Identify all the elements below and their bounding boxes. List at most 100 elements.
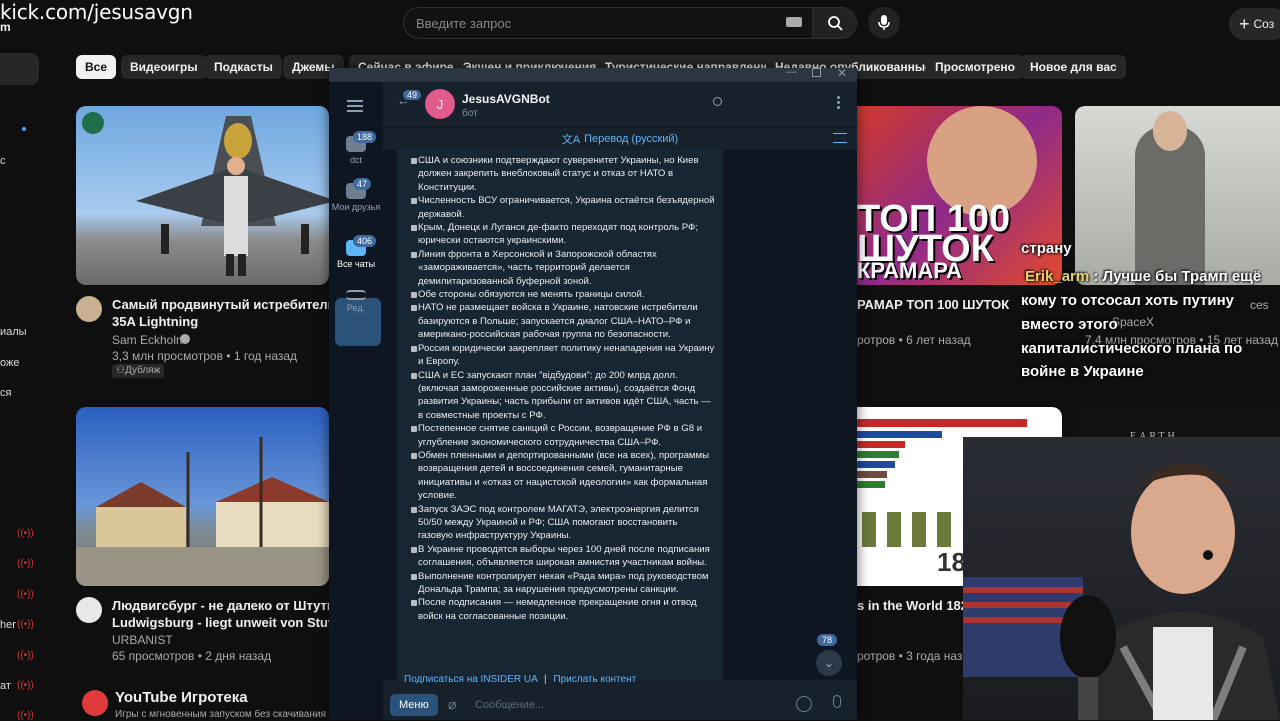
video-title-line2[interactable]: Ludwigsburg - liegt unweit von Stuttgart	[112, 614, 329, 631]
send-content-link[interactable]: Прислать контент	[553, 674, 636, 685]
thumb-text: КРАМАРА	[857, 258, 962, 283]
plus-icon: +	[1239, 13, 1250, 34]
verified-icon	[180, 334, 190, 344]
telegram-window[interactable]: — ✕ dct 188 Мои друзья 47 Все чаты 406 Р…	[329, 66, 857, 720]
footer-separator: |	[544, 674, 547, 685]
message-item: НАТО не размещает войска в Украине, нато…	[411, 301, 715, 341]
sidebar-item-label[interactable]: оже	[0, 357, 19, 369]
jet-illustration	[136, 116, 329, 276]
attach-icon[interactable]: ⌀	[448, 696, 456, 713]
sidebar-item-label[interactable]: ся	[0, 387, 11, 399]
video-thumbnail[interactable]: EARTH	[1075, 407, 1280, 442]
chevron-down-icon: ⌄	[823, 656, 835, 670]
window-titlebar[interactable]: — ✕	[329, 66, 857, 82]
video-title[interactable]: Самый продвинутый истребитель в м	[112, 296, 329, 313]
chat-name[interactable]: JesusAVGNBot	[462, 92, 550, 106]
close-icon[interactable]: ✕	[837, 66, 847, 80]
chip-watched[interactable]: Просмотрено	[926, 55, 1025, 79]
microphone-icon[interactable]	[833, 695, 841, 708]
live-icon: ((•))	[17, 528, 34, 539]
folder-edit[interactable]: Ред.	[329, 290, 383, 313]
donation-prefix: страну	[1021, 240, 1072, 257]
folder-label: Мои друзья	[331, 202, 381, 212]
message-item: После подписания — немедленное прекращен…	[411, 596, 715, 623]
section-title[interactable]: YouTube Игротека	[115, 689, 248, 706]
sidebar-selected-item[interactable]	[0, 53, 39, 85]
message-item: Запуск ЗАЭС под контролем МАГАТЭ, электр…	[411, 503, 715, 543]
video-thumbnail[interactable]	[1075, 106, 1280, 285]
create-button[interactable]: + Соз	[1229, 8, 1280, 40]
message-item: Численность ВСУ ограничивается, Украина …	[411, 195, 715, 220]
stream-url-overlay: kick.com/jesusavgn	[0, 0, 193, 24]
video-thumbnail[interactable]	[76, 106, 329, 285]
live-icon: ((•))	[17, 619, 34, 630]
translate-bar[interactable]: 文A Перевод (русский)	[383, 128, 857, 150]
face-illustration	[1153, 111, 1187, 151]
bot-menu-button[interactable]: Меню	[390, 694, 438, 716]
channel-avatar[interactable]	[76, 597, 102, 623]
search-box[interactable]	[403, 7, 813, 39]
chip-new[interactable]: Новое для вас	[1021, 55, 1126, 79]
translate-icon: 文A	[561, 134, 581, 146]
logo-fragment: m	[0, 20, 11, 34]
video-title-fragment[interactable]: ces	[1250, 297, 1269, 314]
filter-icon[interactable]	[833, 133, 847, 143]
playables-icon	[82, 690, 108, 716]
chip-all[interactable]: Все	[76, 55, 117, 79]
video-meta: 65 просмотров • 2 дня назад	[112, 649, 272, 663]
message-item: Крым, Донецк и Луганск де-факто переходя…	[411, 221, 715, 248]
maximize-icon[interactable]	[812, 68, 821, 77]
chat-area: США и союзники подтверждают суверенитет …	[383, 150, 857, 680]
message-item: Обе стороны обязуются не менять границы …	[411, 288, 715, 301]
video-title[interactable]: РАМАР ТОП 100 ШУТОК	[857, 296, 1009, 313]
message-item: Линия фронта в Херсонской и Запорожской …	[411, 248, 715, 288]
unread-badge: 47	[353, 178, 372, 190]
donation-separator: :	[1093, 268, 1099, 285]
thumb-number: 18	[937, 547, 966, 577]
keyboard-icon[interactable]	[786, 17, 802, 27]
channel-avatar[interactable]	[76, 296, 102, 322]
town-illustration	[76, 437, 329, 586]
video-thumbnail[interactable]	[76, 407, 329, 586]
donation-text: Лучше бы Трамп ещё	[1102, 268, 1262, 285]
message-item: Выполнение контролирует некая «Рада мира…	[411, 570, 715, 597]
chip-videogames[interactable]: Видеоигры	[121, 55, 207, 79]
subscribe-link[interactable]: Подписаться на INSIDER UA	[404, 674, 537, 685]
microphone-icon	[878, 15, 890, 30]
channel-name[interactable]: URBANIST	[112, 632, 173, 649]
section-subtitle: Игры с мгновенным запуском без скачивани…	[115, 709, 326, 720]
dub-icon: ⚇	[116, 365, 125, 376]
more-options-icon[interactable]	[837, 96, 840, 99]
message-item: Россия юридически закрепляет политику не…	[411, 342, 715, 368]
dub-badge: ⚇Дубляж	[112, 364, 165, 378]
folder-label: dct	[349, 155, 362, 165]
channel-name[interactable]: SpaceX	[1112, 314, 1154, 331]
donation-message-line5: войне в Украине	[1021, 363, 1144, 380]
message-input[interactable]	[475, 694, 785, 716]
live-icon: ((•))	[17, 680, 34, 691]
notification-dot	[22, 127, 26, 131]
unread-badge: 406	[353, 235, 377, 247]
scroll-down-button[interactable]: ⌄	[816, 650, 842, 676]
sidebar-item-label[interactable]: her	[0, 619, 16, 631]
chip-podcasts[interactable]: Подкасты	[205, 55, 282, 79]
sidebar-item-label[interactable]: ат	[0, 680, 11, 692]
live-icon: ((•))	[17, 650, 34, 661]
sidebar-item-label[interactable]: иалы	[0, 326, 27, 338]
channel-name[interactable]: Sam Eckholm	[112, 332, 186, 349]
minimize-icon[interactable]: —	[786, 66, 797, 78]
hamburger-menu-icon[interactable]	[347, 100, 363, 102]
video-title[interactable]: Людвигсбург - не далеко от Штутгар	[112, 597, 329, 614]
search-icon[interactable]	[713, 97, 722, 106]
bot-avatar[interactable]: J	[425, 89, 455, 119]
search-input[interactable]	[404, 8, 764, 38]
emoji-icon[interactable]	[796, 696, 812, 712]
shield-icon	[82, 112, 104, 134]
search-button[interactable]	[813, 7, 857, 39]
unread-count-badge: 78	[817, 634, 838, 646]
video-title[interactable]: s in the World 1820-	[857, 597, 980, 614]
voice-search-button[interactable]	[868, 7, 900, 39]
video-title-line2[interactable]: 35A Lightning	[112, 313, 198, 330]
message-item: Постепенное снятие санкций с России, воз…	[411, 422, 715, 449]
donation-user: Erik_arm	[1025, 268, 1090, 285]
